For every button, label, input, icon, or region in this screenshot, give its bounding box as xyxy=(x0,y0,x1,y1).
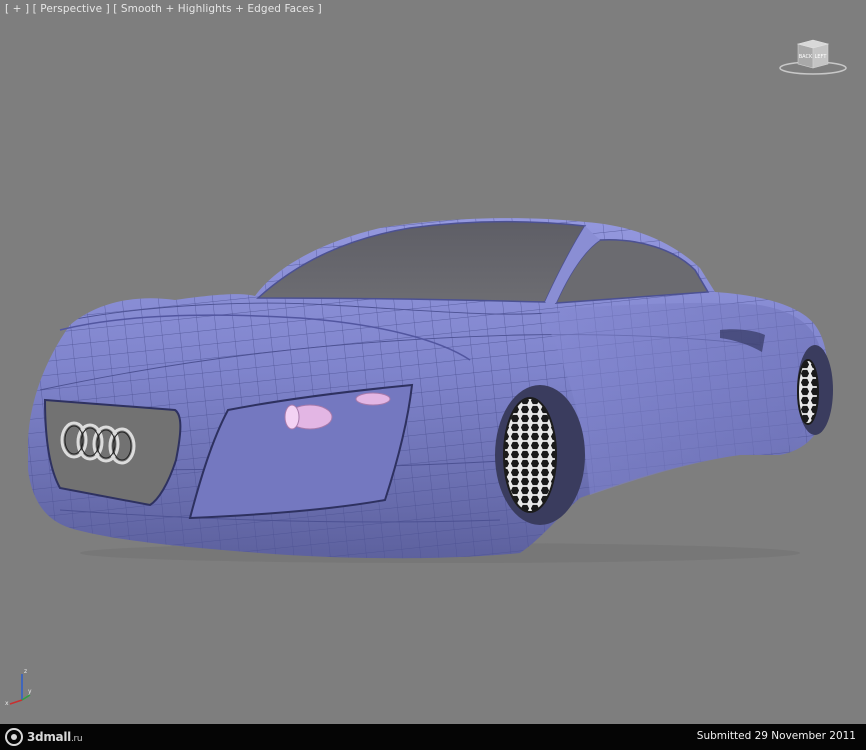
rear-wheel xyxy=(797,359,819,425)
site-logo[interactable]: 3dmall.ru xyxy=(4,727,83,747)
logo-suffix: .ru xyxy=(70,734,83,744)
axis-x-label: x xyxy=(5,700,9,706)
axis-z-label: z xyxy=(24,668,27,675)
logo-icon xyxy=(5,728,23,746)
axis-y-label: y xyxy=(28,688,32,695)
logo-name: 3dmall xyxy=(27,730,71,744)
axis-gizmo: z x y xyxy=(5,668,32,706)
front-wheel xyxy=(503,397,557,513)
logo-text: 3dmall.ru xyxy=(27,730,83,744)
viewport-perspective[interactable]: [ + ] [ Perspective ] [ Smooth + Highlig… xyxy=(0,0,866,724)
headlight-right xyxy=(355,392,391,406)
car-model-mesh xyxy=(28,218,833,563)
footer-bar: 3dmall.ru Submitted 29 November 2011 xyxy=(0,724,866,750)
submitted-date: Submitted 29 November 2011 xyxy=(696,730,856,742)
